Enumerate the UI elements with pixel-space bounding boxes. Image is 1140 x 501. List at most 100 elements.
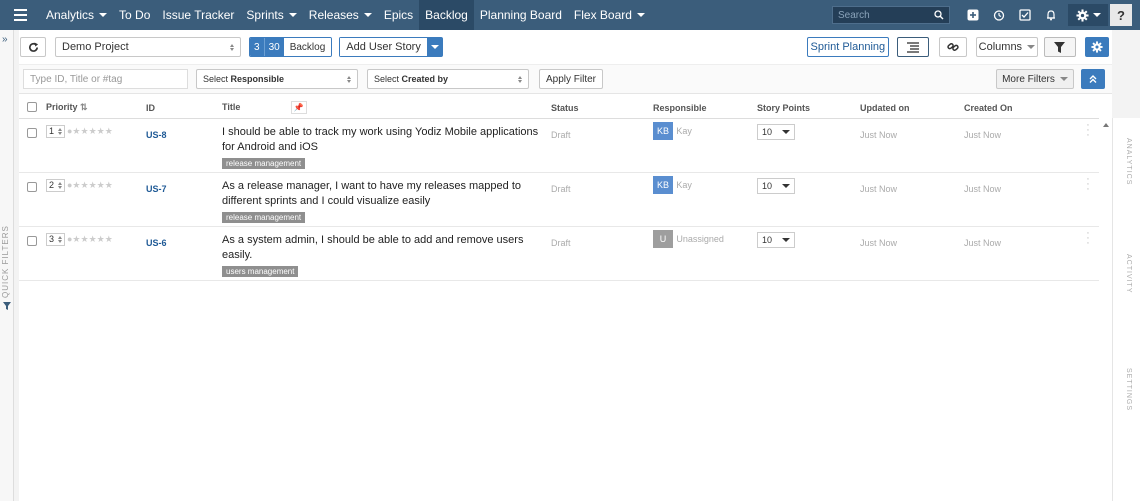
priority-stepper[interactable]: 2 bbox=[46, 178, 65, 192]
nav-todo[interactable]: To Do bbox=[113, 0, 156, 30]
status-value[interactable]: Draft bbox=[551, 184, 571, 194]
nav-flex-board[interactable]: Flex Board bbox=[568, 0, 651, 30]
story-points-select[interactable]: 10 bbox=[757, 231, 795, 248]
story-points-select[interactable]: 10 bbox=[757, 177, 795, 194]
updated-on-header[interactable]: Updated on bbox=[860, 98, 964, 119]
apply-filter-button[interactable]: Apply Filter bbox=[539, 69, 603, 89]
story-points-select[interactable]: 10 bbox=[757, 123, 795, 140]
responsible-filter-select[interactable]: Select Responsible bbox=[196, 69, 358, 89]
analytics-panel-tab[interactable]: ANALYTICS bbox=[1120, 138, 1132, 208]
priority-header[interactable]: Priority ⇅ bbox=[46, 98, 146, 119]
nav-releases[interactable]: Releases bbox=[303, 0, 378, 30]
outline-view-button[interactable] bbox=[896, 37, 929, 57]
columns-dropdown-button[interactable]: Columns bbox=[975, 37, 1038, 57]
backlog-settings-button[interactable] bbox=[1084, 37, 1109, 57]
tag-badge[interactable]: users management bbox=[222, 265, 299, 277]
responsible-cell[interactable]: KB Kay bbox=[653, 172, 757, 227]
priority-stepper[interactable]: 3 bbox=[46, 232, 65, 246]
link-button[interactable] bbox=[938, 37, 967, 57]
kebab-menu-icon[interactable]: · · · bbox=[1077, 173, 1099, 194]
nav-planning-board[interactable]: Planning Board bbox=[474, 0, 568, 30]
nav-issue-tracker-label: Issue Tracker bbox=[162, 8, 235, 22]
help-button[interactable]: ? bbox=[1110, 4, 1132, 26]
sprint-planning-button[interactable]: Sprint Planning bbox=[806, 37, 889, 57]
checkbox-icon bbox=[1019, 9, 1031, 21]
title-header[interactable]: Title 📌 bbox=[222, 98, 551, 119]
story-id-link[interactable]: US-6 bbox=[146, 238, 167, 248]
plus-square-icon bbox=[967, 9, 979, 21]
responsible-header[interactable]: Responsible bbox=[653, 98, 757, 119]
priority-stepper[interactable]: 1 bbox=[46, 124, 65, 138]
add-item-button[interactable] bbox=[960, 0, 986, 30]
hamburger-menu-icon[interactable] bbox=[0, 0, 40, 30]
responsible-cell[interactable]: U Unassigned bbox=[653, 226, 757, 281]
select-all-checkbox[interactable] bbox=[27, 101, 37, 112]
more-filters-button[interactable]: More Filters bbox=[996, 69, 1074, 89]
priority-cell: 1 ●★★★★★ bbox=[46, 118, 146, 173]
settings-menu-button[interactable] bbox=[1068, 4, 1108, 26]
quick-filters-label: QUICK FILTERS bbox=[1, 225, 10, 298]
story-title[interactable]: As a system admin, I should be able to a… bbox=[222, 233, 551, 263]
responsible-name: Kay bbox=[676, 125, 692, 136]
story-title[interactable]: I should be able to track my work using … bbox=[222, 125, 551, 155]
star-rating-icon[interactable]: ●★★★★★ bbox=[67, 234, 113, 245]
nav-backlog[interactable]: Backlog bbox=[419, 0, 474, 30]
nav-epics[interactable]: Epics bbox=[378, 0, 419, 30]
tag-badge[interactable]: release management bbox=[222, 157, 306, 169]
id-title-tag-search-input[interactable]: Type ID, Title or #tag bbox=[23, 69, 188, 89]
tasks-button[interactable] bbox=[1012, 0, 1038, 30]
kebab-menu-icon[interactable]: · · · bbox=[1077, 119, 1099, 140]
nav-sprints[interactable]: Sprints bbox=[240, 0, 302, 30]
story-id-link[interactable]: US-7 bbox=[146, 184, 167, 194]
nav-analytics[interactable]: Analytics bbox=[40, 0, 113, 30]
list-indent-icon bbox=[906, 41, 919, 53]
row-checkbox[interactable] bbox=[27, 235, 37, 246]
created-on-header[interactable]: Created On bbox=[964, 98, 1077, 119]
star-rating-icon[interactable]: ●★★★★★ bbox=[67, 180, 113, 191]
id-cell: US-7 bbox=[146, 172, 222, 227]
nav-analytics-label: Analytics bbox=[46, 8, 95, 22]
timer-button[interactable] bbox=[986, 0, 1012, 30]
table-row[interactable]: 2 ●★★★★★ US-7 As a release manager, I wan… bbox=[19, 172, 1099, 227]
expand-chevrons-icon[interactable]: » bbox=[2, 34, 8, 45]
status-header[interactable]: Status bbox=[551, 98, 653, 119]
story-title-line-1: As a system admin, I should be able to a… bbox=[222, 233, 524, 246]
story-title[interactable]: As a release manager, I want to have my … bbox=[222, 179, 551, 209]
tag-badge[interactable]: release management bbox=[222, 211, 306, 223]
settings-panel-tab[interactable]: SETTINGS bbox=[1120, 368, 1132, 428]
add-user-story-button[interactable]: Add User Story bbox=[339, 37, 443, 57]
table-row[interactable]: 3 ●★★★★★ US-6 As a system admin, I should… bbox=[19, 226, 1099, 281]
collapse-filters-button[interactable] bbox=[1081, 69, 1105, 89]
status-value[interactable]: Draft bbox=[551, 130, 571, 140]
star-rating-icon[interactable]: ●★★★★★ bbox=[67, 126, 113, 137]
status-value[interactable]: Draft bbox=[551, 238, 571, 248]
toggle-filter-button[interactable] bbox=[1043, 37, 1076, 57]
nav-flex-board-label: Flex Board bbox=[573, 8, 632, 22]
pin-column-button[interactable]: 📌 bbox=[290, 101, 307, 115]
row-checkbox[interactable] bbox=[27, 181, 37, 192]
table-row[interactable]: 1 ●★★★★★ US-8 I should be able to track m… bbox=[19, 118, 1099, 173]
responsible-cell[interactable]: KB Kay bbox=[653, 118, 757, 173]
scroll-up-icon bbox=[1103, 123, 1109, 127]
add-user-story-dropdown[interactable] bbox=[426, 37, 443, 57]
activity-panel-tab[interactable]: ACTIVITY bbox=[1120, 254, 1132, 324]
row-checkbox[interactable] bbox=[27, 127, 37, 138]
chevron-down-icon bbox=[782, 237, 790, 242]
status-cell: Draft bbox=[551, 172, 653, 227]
created-by-filter-select[interactable]: Select Created by bbox=[367, 69, 529, 89]
scroll-up-button[interactable] bbox=[1102, 120, 1110, 130]
id-title-tag-placeholder: Type ID, Title or #tag bbox=[30, 73, 123, 85]
quick-filters-sidebar[interactable]: » QUICK FILTERS bbox=[0, 30, 14, 501]
story-points-header[interactable]: Story Points bbox=[757, 98, 860, 119]
id-header[interactable]: ID bbox=[146, 98, 222, 119]
notifications-button[interactable] bbox=[1038, 0, 1064, 30]
project-select[interactable]: Demo Project bbox=[55, 37, 241, 57]
refresh-button[interactable] bbox=[20, 37, 46, 57]
kebab-menu-icon[interactable]: · · · bbox=[1077, 227, 1099, 248]
story-id-link[interactable]: US-8 bbox=[146, 130, 167, 140]
backlog-main-panel: Demo Project 3 30 Backlog Add User Story… bbox=[19, 30, 1112, 501]
search-input[interactable]: Search bbox=[832, 6, 950, 24]
nav-issue-tracker[interactable]: Issue Tracker bbox=[156, 0, 240, 30]
backlog-counter-pill[interactable]: 3 30 Backlog bbox=[249, 37, 333, 57]
story-title-line-2: different sprints and I could visualize … bbox=[222, 194, 431, 207]
